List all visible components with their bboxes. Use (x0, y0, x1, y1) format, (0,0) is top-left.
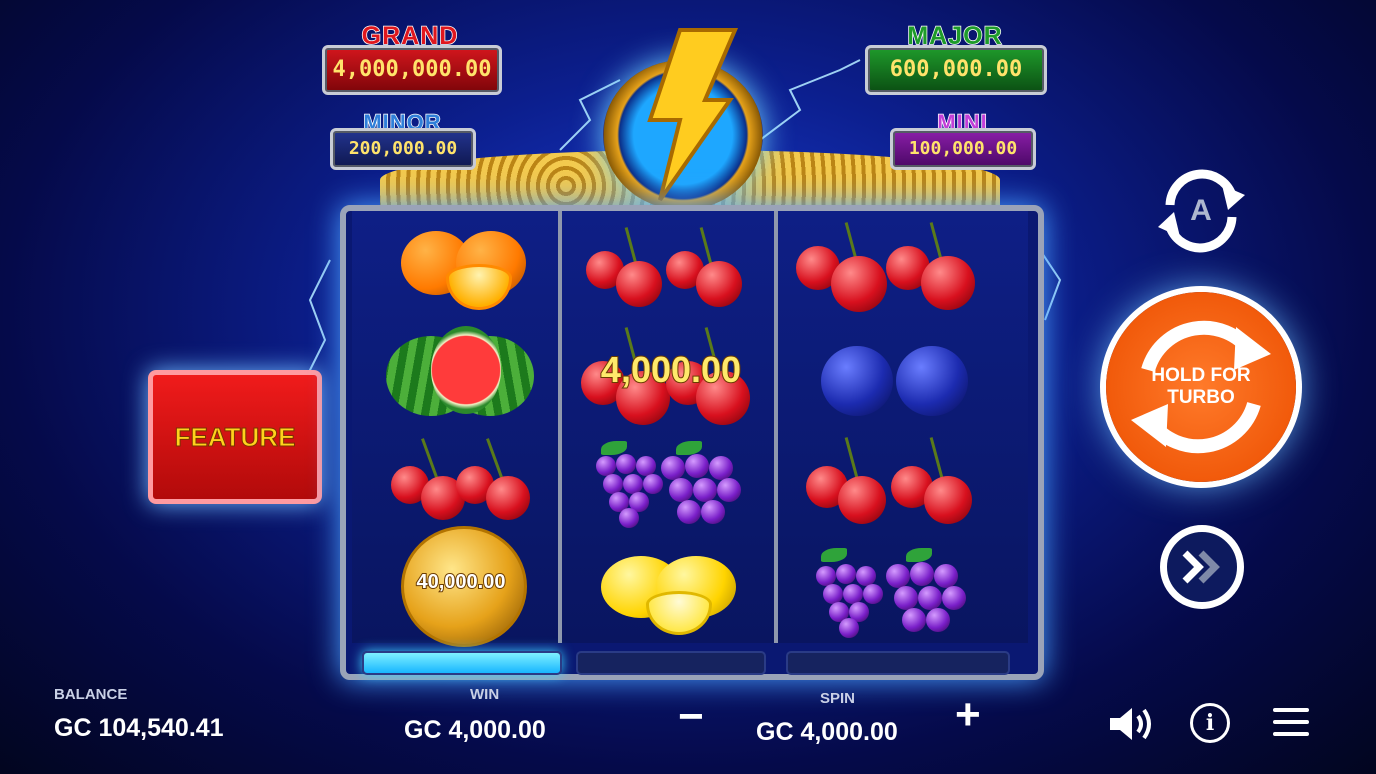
progress-segment (362, 651, 562, 675)
fast-spin-button[interactable] (1160, 525, 1244, 609)
major-value: 600,000.00 (865, 45, 1047, 95)
orange-symbol (401, 226, 531, 310)
grapes-symbol (591, 436, 751, 531)
increase-bet-button[interactable]: + (955, 690, 981, 740)
minor-value: 200,000.00 (330, 128, 476, 170)
mini-value: 100,000.00 (890, 128, 1036, 170)
win-value-label: 4,000.00 (600, 348, 742, 391)
win-label: WIN (470, 686, 500, 703)
progress-segment (576, 651, 766, 675)
progress-segment (786, 651, 1010, 675)
watermelon-symbol (386, 326, 536, 421)
autoplay-button[interactable]: A (1150, 165, 1252, 257)
coin-symbol: 40,000.00 (396, 526, 527, 647)
spin-label: HOLD FOR TURBO (1151, 365, 1251, 408)
lightning-bolt-icon (647, 28, 739, 202)
info-icon[interactable]: i (1190, 703, 1230, 743)
spin-button[interactable]: HOLD FOR TURBO (1106, 292, 1296, 482)
balance-value: GC 104,540.41 (54, 714, 224, 742)
cherry-symbol (806, 436, 976, 526)
speaker-icon[interactable] (1106, 704, 1154, 744)
coin-value: 40,000.00 (416, 570, 507, 594)
autoplay-letter: A (1190, 194, 1212, 227)
feature-button[interactable]: FEATURE (148, 370, 322, 504)
cherry-symbol (796, 221, 976, 316)
cherry-symbol (391, 436, 531, 521)
grand-value: 4,000,000.00 (322, 45, 502, 95)
hamburger-menu-icon[interactable] (1273, 708, 1309, 736)
cherry-symbol (586, 226, 746, 311)
spin-bet-value: GC 4,000.00 (756, 718, 898, 746)
feature-label: FEATURE (174, 421, 296, 452)
decrease-bet-button[interactable]: − (678, 692, 704, 742)
spin-bet-label: SPIN (820, 690, 856, 707)
grapes-symbol (811, 546, 981, 641)
reel-area: 40,000.00 4,000.00 (340, 205, 1044, 680)
win-value: GC 4,000.00 (404, 716, 546, 744)
plum-symbol (821, 341, 971, 421)
fast-forward-icon (1182, 550, 1220, 584)
lemon-symbol (601, 551, 736, 635)
balance-label: BALANCE (54, 686, 128, 703)
